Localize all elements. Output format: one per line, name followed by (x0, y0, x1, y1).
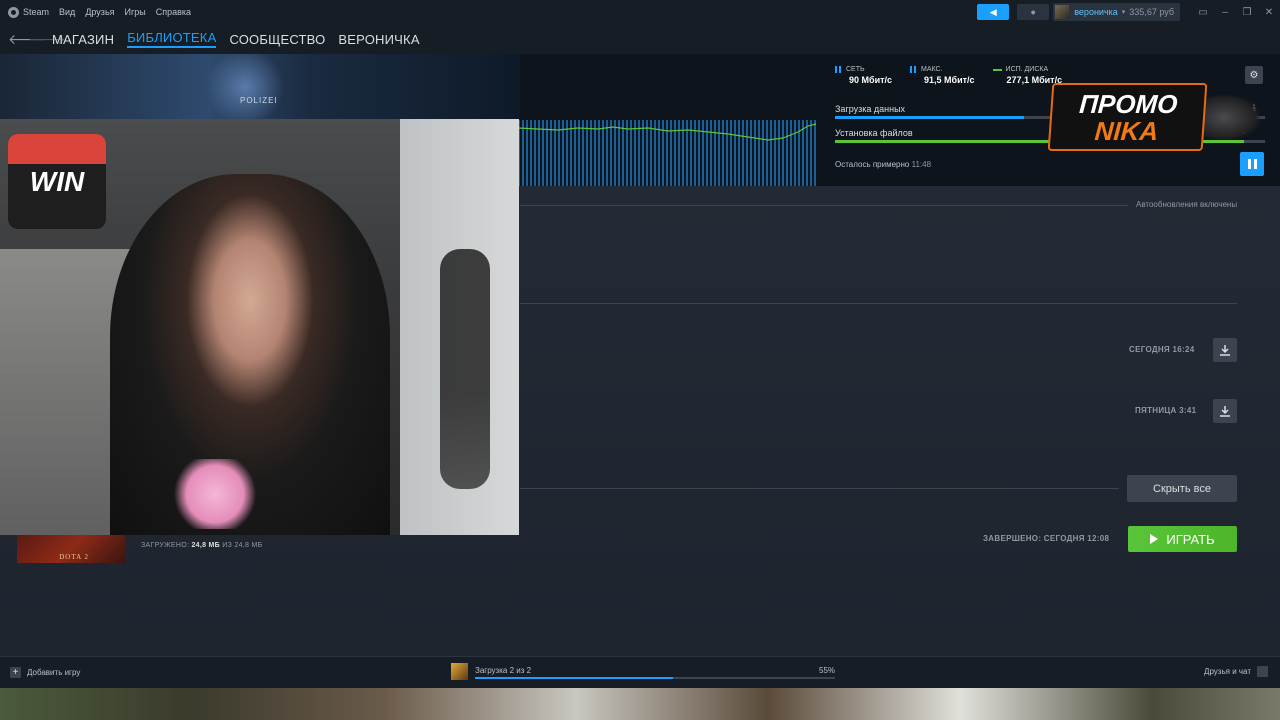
hide-all-button[interactable]: Скрыть все (1127, 475, 1237, 502)
download-status-fill (475, 677, 673, 679)
menu-item-view[interactable]: Вид (59, 7, 75, 17)
banner-tag: POLIZEI (240, 96, 278, 105)
webcam-overlay: WIN (0, 119, 519, 535)
downloaded-value: 24,8 МБ (191, 542, 221, 549)
chevron-down-icon: ▾ (1121, 9, 1126, 16)
megaphone-icon: ◀ (989, 6, 997, 17)
download-data-label: Загрузка данных (835, 104, 906, 114)
nav-store[interactable]: МАГАЗИН (52, 32, 114, 47)
divider (520, 488, 1119, 489)
avatar (1055, 5, 1070, 19)
desktop-background (0, 688, 1280, 720)
network-graph (518, 120, 818, 186)
remaining-label: Осталось примерно (835, 160, 910, 169)
big-picture-icon[interactable]: ▭ (1192, 7, 1214, 18)
nav-community[interactable]: СООБЩЕСТВО (229, 32, 325, 47)
stat-disk: ИСП. ДИСКА 277,1 Мбит/с (992, 66, 1063, 85)
pause-button[interactable] (1240, 152, 1264, 176)
promo-line2: NIKA (1093, 116, 1160, 146)
download-data-fill (835, 116, 1025, 119)
notifications-button[interactable]: ● (1017, 4, 1050, 20)
win-logo-text: WIN (29, 165, 85, 197)
downloaded-label: ЗАГРУЖЕНО: (141, 542, 190, 549)
gamepad-image (1200, 95, 1260, 140)
banner-glow (200, 54, 290, 120)
downloaded-total: ИЗ 24,8 МБ (222, 542, 263, 549)
time-remaining: Осталось примерно 11:48 (835, 160, 931, 169)
nav-profile[interactable]: ВЕРОНИЧКА (338, 32, 419, 47)
download-status-percent: 55% (819, 666, 836, 675)
download-now-button[interactable] (1213, 338, 1237, 362)
downloaded-size: ЗАГРУЖЕНО: 24,8 МБ ИЗ 24,8 МБ (141, 542, 262, 549)
forward-arrow-icon[interactable]: 🡒 (28, 31, 66, 48)
remaining-time: 11:48 (911, 160, 932, 169)
webcam-guitar (440, 249, 490, 489)
maximize-icon[interactable]: ❐ (1236, 7, 1258, 18)
scheduled-time: ПЯТНИЦА 3:41 (1135, 406, 1197, 415)
add-game-button[interactable]: + Добавить игру (10, 667, 80, 678)
current-download-thumbnail[interactable] (451, 663, 468, 680)
play-label: ИГРАТЬ (1166, 531, 1215, 547)
chat-icon (1257, 666, 1268, 677)
back-arrow-icon[interactable]: 🡐 (8, 31, 46, 48)
steam-logo-icon (8, 6, 19, 18)
download-stats: СЕТЬ 90 Мбит/с МАКС. 91,5 Мбит/с ИСП. ДИ… (835, 66, 1080, 85)
menu-item-steam[interactable]: Steam (23, 7, 49, 17)
download-now-button[interactable] (1213, 399, 1237, 423)
menu-item-friends[interactable]: Друзья (85, 7, 114, 17)
completed-time: ЗАВЕРШЕНО: СЕГОДНЯ 12:08 (983, 534, 1110, 543)
play-icon (1150, 534, 1159, 544)
win-logo: WIN (8, 134, 106, 229)
download-status-text[interactable]: Загрузка 2 из 2 (475, 666, 531, 675)
minimize-icon[interactable]: – (1214, 7, 1236, 18)
bell-icon: ● (1030, 7, 1036, 17)
game-thumb-name: DOTA 2 (59, 553, 89, 561)
divider (520, 303, 1237, 304)
friends-chat-label: Друзья и чат (1204, 667, 1251, 676)
bar-chart-icon (910, 66, 917, 73)
stat-network: СЕТЬ 90 Мбит/с (835, 66, 892, 85)
user-name: вероничка (1074, 7, 1118, 17)
game-thumbnail[interactable]: DOTA 2 (17, 534, 125, 563)
stat-value: 277,1 Мбит/с (1006, 75, 1063, 85)
disk-usage-line (518, 123, 817, 141)
stat-value: 90 Мбит/с (849, 75, 893, 85)
announcements-button[interactable]: ◀ (977, 4, 1010, 20)
webcam-flower (170, 459, 260, 529)
stat-max: МАКС. 91,5 Мбит/с (910, 66, 975, 85)
close-icon[interactable]: ✕ (1258, 7, 1280, 18)
add-game-label: Добавить игру (27, 668, 81, 677)
download-status-track (475, 677, 835, 679)
scheduled-time: СЕГОДНЯ 16:24 (1129, 345, 1195, 354)
nav-bar: 🡐 🡒 МАГАЗИН БИБЛИОТЕКА СООБЩЕСТВО ВЕРОНИ… (0, 24, 1280, 54)
stat-label: СЕТЬ (846, 66, 865, 73)
stat-label: МАКС. (921, 66, 943, 73)
friends-chat-button[interactable]: Друзья и чат (1204, 666, 1268, 677)
game-banner: POLIZEI (0, 54, 520, 120)
auto-updates-status: Автообновления включены (1136, 200, 1238, 209)
bar-chart-icon (835, 66, 841, 73)
play-button[interactable]: ИГРАТЬ (1128, 526, 1237, 552)
wallet-balance: 335,67 руб (1129, 7, 1174, 17)
gear-icon: ⚙ (1249, 69, 1259, 81)
pause-icon (1247, 159, 1251, 169)
bottom-bar: + Добавить игру Загрузка 2 из 2 55% Друз… (0, 656, 1280, 688)
download-settings-button[interactable]: ⚙ (1245, 66, 1263, 84)
promo-overlay: ПРОМО NIKA (1047, 83, 1208, 151)
download-icon (1220, 345, 1230, 356)
user-menu[interactable]: вероничка ▾ 335,67 руб (1053, 3, 1180, 21)
divider (520, 205, 1128, 206)
nav-library[interactable]: БИБЛИОТЕКА (127, 30, 217, 48)
line-chart-icon (992, 68, 1002, 71)
promo-line1: ПРОМО (1078, 89, 1179, 119)
menu-item-help[interactable]: Справка (156, 7, 191, 17)
stat-value: 91,5 Мбит/с (924, 75, 975, 85)
download-icon (1220, 406, 1230, 417)
plus-icon: + (10, 667, 21, 678)
menu-item-games[interactable]: Игры (125, 7, 146, 17)
stat-label: ИСП. ДИСКА (1005, 66, 1049, 73)
pause-icon (1253, 159, 1257, 169)
menu-bar: Steam Вид Друзья Игры Справка ◀ ● верони… (0, 0, 1280, 24)
install-files-label: Установка файлов (835, 128, 913, 138)
